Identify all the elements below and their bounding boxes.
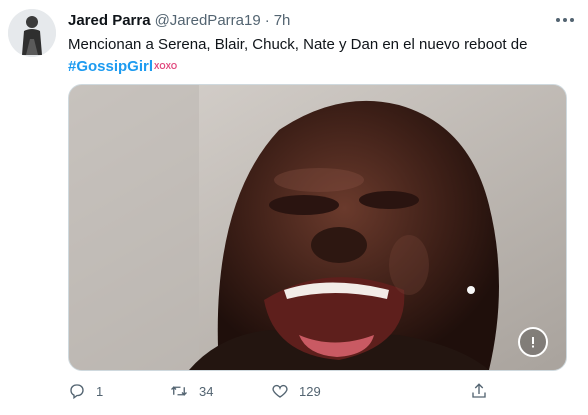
share-icon bbox=[472, 383, 486, 398]
gif-alert-button[interactable] bbox=[518, 327, 548, 357]
author-name[interactable]: Jared Parra bbox=[68, 12, 151, 29]
tweet-body: Mencionan a Serena, Blair, Chuck, Nate y… bbox=[68, 36, 528, 53]
retweet-count: 34 bbox=[199, 383, 214, 399]
reply-button[interactable]: 1 bbox=[68, 380, 103, 402]
like-count: 129 bbox=[299, 383, 321, 399]
tweet-header: Jared Parra @JaredParra19 · 7h bbox=[68, 9, 290, 31]
like-button[interactable]: 129 bbox=[271, 380, 321, 402]
tweet-actions: 1 34 129 bbox=[68, 380, 498, 402]
retweet-icon bbox=[171, 386, 187, 396]
author-handle[interactable]: @JaredParra19 bbox=[155, 12, 261, 29]
more-options-button[interactable] bbox=[554, 10, 576, 30]
separator-dot: · bbox=[264, 11, 270, 29]
retweet-button[interactable]: 34 bbox=[169, 380, 213, 402]
heart-icon bbox=[272, 384, 288, 398]
reply-icon bbox=[70, 384, 84, 400]
avatar[interactable] bbox=[8, 9, 56, 57]
reply-count: 1 bbox=[96, 383, 104, 399]
tweet-media[interactable] bbox=[68, 84, 567, 371]
tweet-timestamp[interactable]: 7h bbox=[274, 12, 291, 29]
gif-alert-icon bbox=[532, 337, 534, 348]
share-button[interactable] bbox=[470, 380, 498, 402]
hashflag-icon: XOXO bbox=[154, 62, 178, 72]
tweet[interactable]: Jared Parra @JaredParra19 · 7h Mencionan… bbox=[0, 0, 588, 415]
gif-image bbox=[69, 85, 566, 370]
more-icon bbox=[556, 18, 574, 22]
tweet-text: Mencionan a Serena, Blair, Chuck, Nate y… bbox=[68, 34, 573, 78]
hashtag-link[interactable]: #GossipGirl bbox=[68, 58, 153, 75]
